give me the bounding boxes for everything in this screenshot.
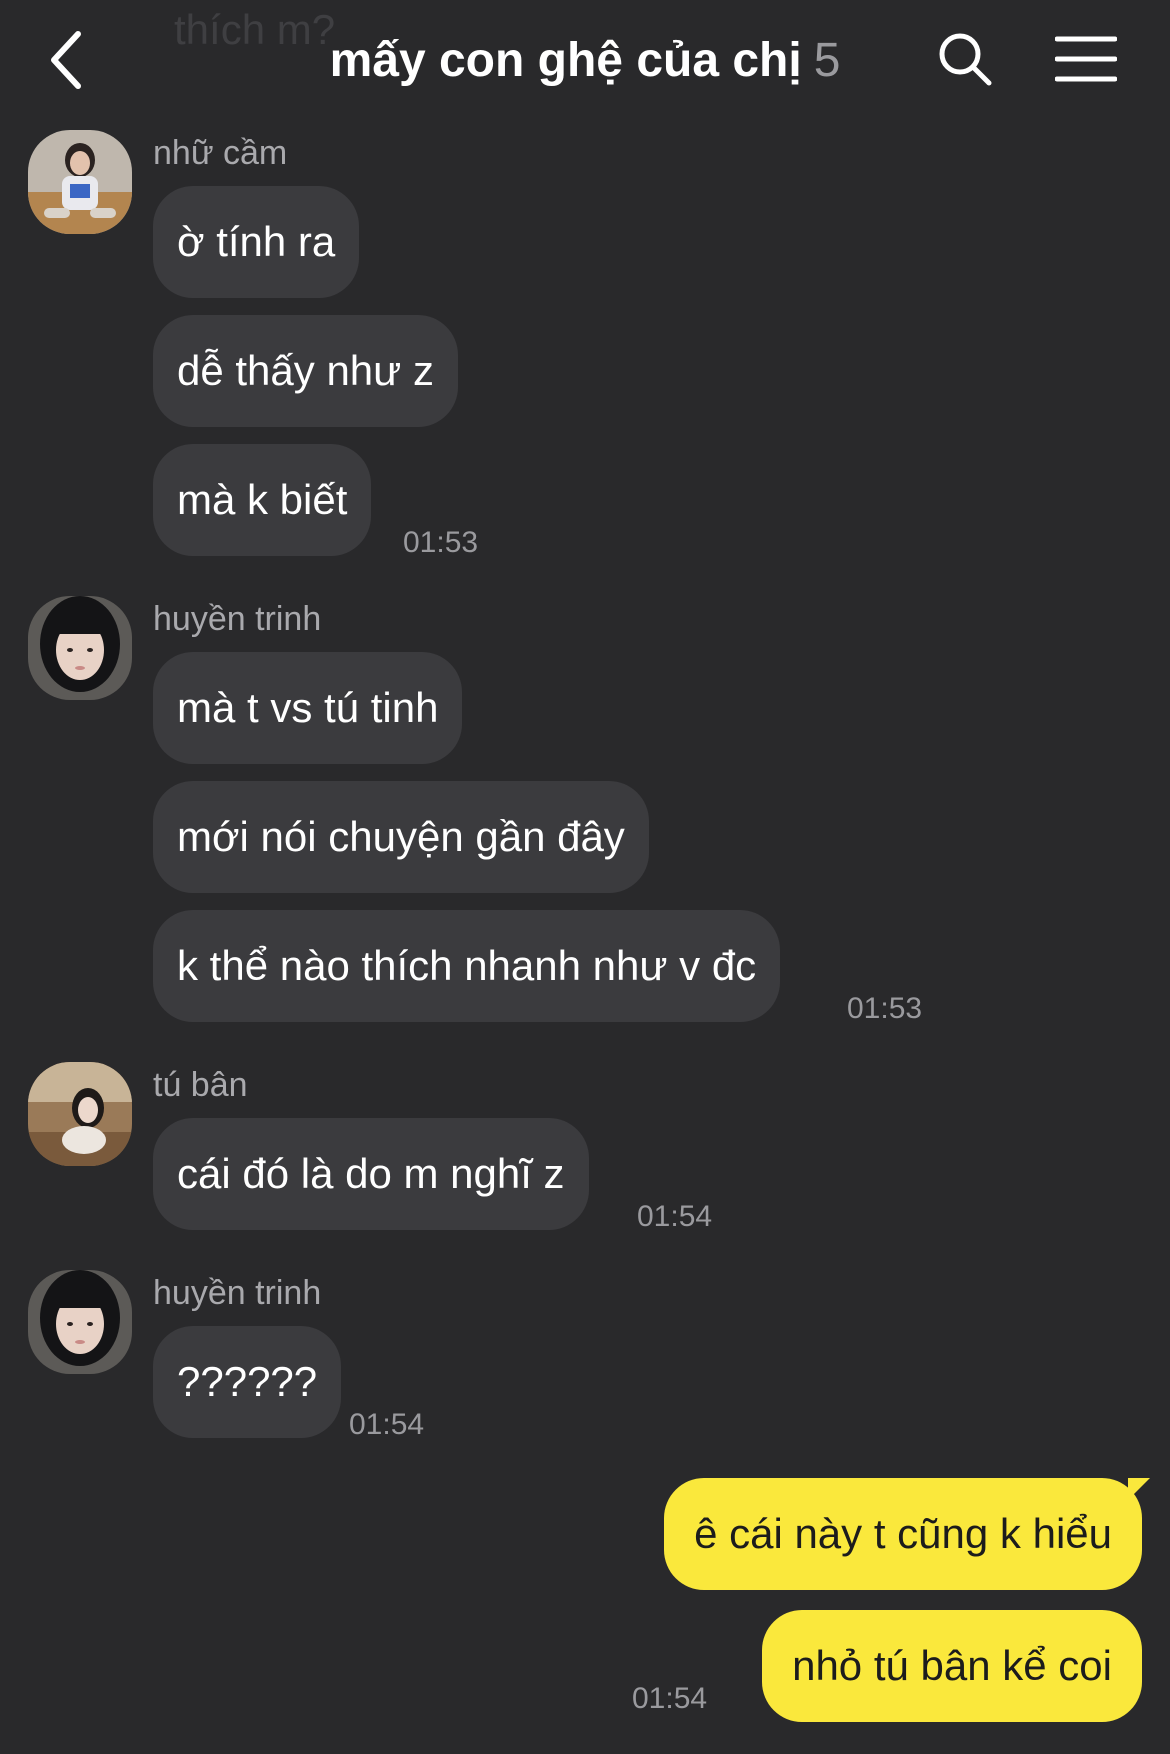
avatar-tu-ban[interactable] [28, 1062, 132, 1166]
my-message-bubble[interactable]: ê cái này t cũng k hiểu [664, 1478, 1142, 1590]
search-button[interactable] [930, 24, 1000, 94]
message-bubble[interactable]: ờ tính ra [153, 186, 360, 298]
my-message-bubble[interactable]: nhỏ tú bân kể coi [762, 1610, 1142, 1722]
avatar-nhu-cam[interactable] [28, 130, 132, 234]
message-bubble[interactable]: dễ thấy như z [153, 315, 458, 427]
message-time: 01:54 [349, 1408, 425, 1441]
chevron-left-icon [51, 31, 81, 89]
message-bubble[interactable]: cái đó là do m nghĩ z [153, 1118, 589, 1230]
message-time: 01:54 [637, 1200, 713, 1233]
hamburger-menu-icon [1055, 36, 1117, 82]
search-icon [939, 33, 992, 86]
message-bubble[interactable]: k thể nào thích nhanh như v đc [153, 910, 781, 1022]
sender-name: tú bân [153, 1066, 248, 1104]
message-time: 01:53 [847, 992, 923, 1025]
avatar-huyen-trinh[interactable] [28, 596, 132, 700]
chat-title-area[interactable]: mấy con ghệ của chị 5 [200, 28, 970, 92]
avatar-huyen-trinh[interactable] [28, 1270, 132, 1374]
chat-title: mấy con ghệ của chị [329, 33, 802, 87]
message-bubble[interactable]: mà t vs tú tinh [153, 652, 463, 764]
message-bubble[interactable]: mà k biết [153, 444, 372, 556]
menu-button[interactable] [1048, 24, 1124, 94]
back-button[interactable] [36, 24, 96, 96]
member-count: 5 [813, 33, 841, 87]
message-bubble[interactable]: mới nói chuyện gần đây [153, 781, 649, 893]
message-bubble[interactable]: ?????? [153, 1326, 342, 1438]
sender-name: huyền trinh [153, 600, 322, 638]
sender-name: huyền trinh [153, 1274, 322, 1312]
message-time: 01:53 [403, 526, 479, 559]
chat-header: thích m? mấy con ghệ của chị 5 [0, 0, 1170, 122]
message-time: 01:54 [632, 1682, 708, 1715]
sender-name: nhữ cầm [153, 134, 288, 172]
